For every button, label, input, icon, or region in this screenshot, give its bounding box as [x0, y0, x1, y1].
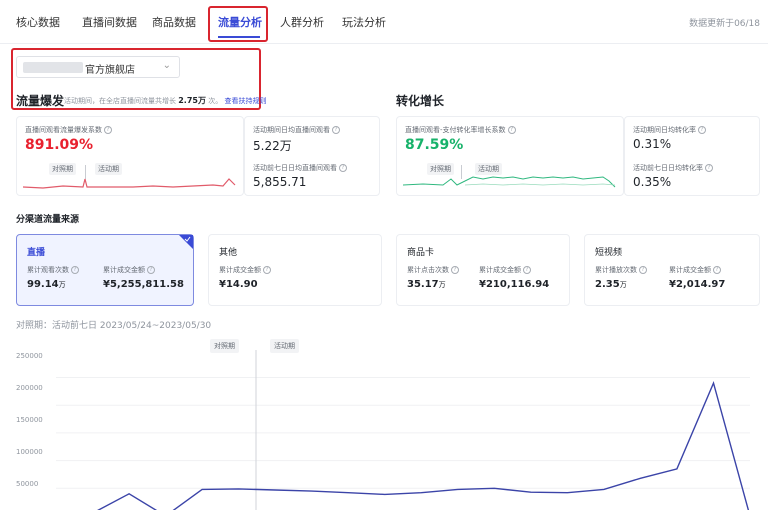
traffic-stat1-label: 活动期间日均直播间观看?: [253, 125, 340, 135]
help-icon[interactable]: ?: [713, 266, 721, 274]
traffic-trend-chart: [56, 350, 750, 510]
channel-card-short-video[interactable]: 短视频 累计播放次数? 2.35万 累计成交金额? ¥2,014.97: [584, 234, 760, 306]
traffic-main-value: 891.09%: [25, 137, 94, 153]
store-name-blur: [23, 62, 83, 73]
update-note: 数据更新于06/18: [689, 19, 760, 29]
channel-metric2-value: ¥2,014.97: [669, 279, 726, 290]
channel-metric1-value: 99.14万: [27, 279, 66, 290]
traffic-sparkline: [23, 178, 236, 189]
traffic-main-card: 直播间观看流量爆发系数? 891.09% 对照期 活动期: [16, 116, 244, 196]
channel-metric2-value: ¥5,255,811.58: [103, 279, 184, 290]
help-icon[interactable]: ?: [698, 126, 706, 134]
tab-highlight-box: [208, 6, 268, 42]
channel-card-product-card[interactable]: 商品卡 累计点击次数? 35.17万 累计成交金额? ¥210,116.94: [396, 234, 570, 306]
store-name: 官方旗舰店: [85, 65, 135, 76]
channel-name: 短视频: [595, 248, 623, 258]
traffic-stat2-label: 活动前七日日均直播间观看?: [253, 163, 347, 173]
help-icon[interactable]: ?: [147, 266, 155, 274]
help-icon[interactable]: ?: [523, 266, 531, 274]
channel-metric1-label: 累计观看次数?: [27, 265, 79, 275]
channel-metric1-label: 累计播放次数?: [595, 265, 647, 275]
channel-metric2-label: 累计成交金额?: [103, 265, 155, 275]
tab-core-data[interactable]: 核心数据: [16, 14, 60, 30]
traffic-section-title: 流量爆发: [16, 94, 65, 108]
help-icon[interactable]: ?: [71, 266, 79, 274]
chart-caption: 对照期：活动前七日 2023/05/24~2023/05/30: [16, 321, 212, 331]
conversion-main-value: 87.59%: [405, 137, 464, 153]
channel-name: 商品卡: [407, 248, 435, 258]
channel-metric1-value: 35.17万: [407, 279, 446, 290]
chevron-down-icon: ⌄: [162, 60, 171, 71]
channel-card-live[interactable]: 直播 累计观看次数? 99.14万 累计成交金额? ¥5,255,811.58: [16, 234, 194, 306]
channel-metric2-label: 累计成交金额?: [669, 265, 721, 275]
channel-name: 其他: [219, 248, 238, 258]
help-icon[interactable]: ?: [104, 126, 112, 134]
conversion-main-label: 直播间观看-支付转化率增长系数?: [405, 125, 516, 135]
conversion-stats-card: 活动期间日均转化率? 0.31% 活动前七日日均转化率? 0.35%: [624, 116, 760, 196]
conversion-main-card: 直播间观看-支付转化率增长系数? 87.59% 对照期 活动期: [396, 116, 624, 196]
channel-metric2-value: ¥210,116.94: [479, 279, 550, 290]
help-icon[interactable]: ?: [705, 164, 713, 172]
conversion-stat1-label: 活动期间日均转化率?: [633, 125, 706, 135]
conversion-sparkline: [403, 176, 616, 188]
traffic-stat2-value: 5,855.71: [253, 175, 307, 189]
channel-metric2-label: 累计成交金额?: [479, 265, 531, 275]
traffic-stats-card: 活动期间日均直播间观看? 5.22万 活动前七日日均直播间观看? 5,855.7…: [244, 116, 380, 196]
tab-bar: 核心数据 直播间数据 商品数据 流量分析 人群分析 玩法分析 数据更新于06/1…: [0, 0, 768, 44]
channel-metric1-label: 累计点击次数?: [407, 265, 459, 275]
help-icon[interactable]: ?: [332, 126, 340, 134]
help-icon[interactable]: ?: [639, 266, 647, 274]
support-rules-link[interactable]: 查看扶持规则: [224, 97, 266, 105]
conversion-stat2-value: 0.35%: [633, 175, 672, 189]
conversion-stat2-label: 活动前七日日均转化率?: [633, 163, 713, 173]
channel-metric1-value: ¥14.90: [219, 279, 258, 290]
help-icon[interactable]: ?: [263, 266, 271, 274]
traffic-main-label: 直播间观看流量爆发系数?: [25, 125, 112, 135]
help-icon[interactable]: ?: [507, 126, 516, 134]
conversion-section-title: 转化增长: [396, 94, 445, 108]
trend-series-line: [97, 380, 750, 510]
traffic-note: 活动期间，在全店直播间流量共增长 2.75万 次。 查看扶持规则: [64, 96, 267, 105]
channel-metric1-label: 累计成交金额?: [219, 265, 271, 275]
tab-gameplay-analysis[interactable]: 玩法分析: [342, 14, 386, 30]
tab-audience-analysis[interactable]: 人群分析: [280, 14, 324, 30]
help-icon[interactable]: ?: [451, 266, 459, 274]
help-icon[interactable]: ?: [339, 164, 347, 172]
selected-corner-icon: [179, 235, 193, 249]
channel-metric1-value: 2.35万: [595, 279, 627, 290]
tab-live-room-data[interactable]: 直播间数据: [82, 14, 137, 30]
channel-name: 直播: [27, 248, 46, 258]
channels-section-title: 分渠道流量来源: [16, 215, 80, 225]
channel-card-other[interactable]: 其他 累计成交金额? ¥14.90: [208, 234, 382, 306]
tab-product-data[interactable]: 商品数据: [152, 14, 196, 30]
store-select[interactable]: 官方旗舰店 ⌄: [16, 56, 180, 78]
traffic-stat1-value: 5.22万: [253, 139, 292, 153]
conversion-stat1-value: 0.31%: [633, 137, 672, 151]
